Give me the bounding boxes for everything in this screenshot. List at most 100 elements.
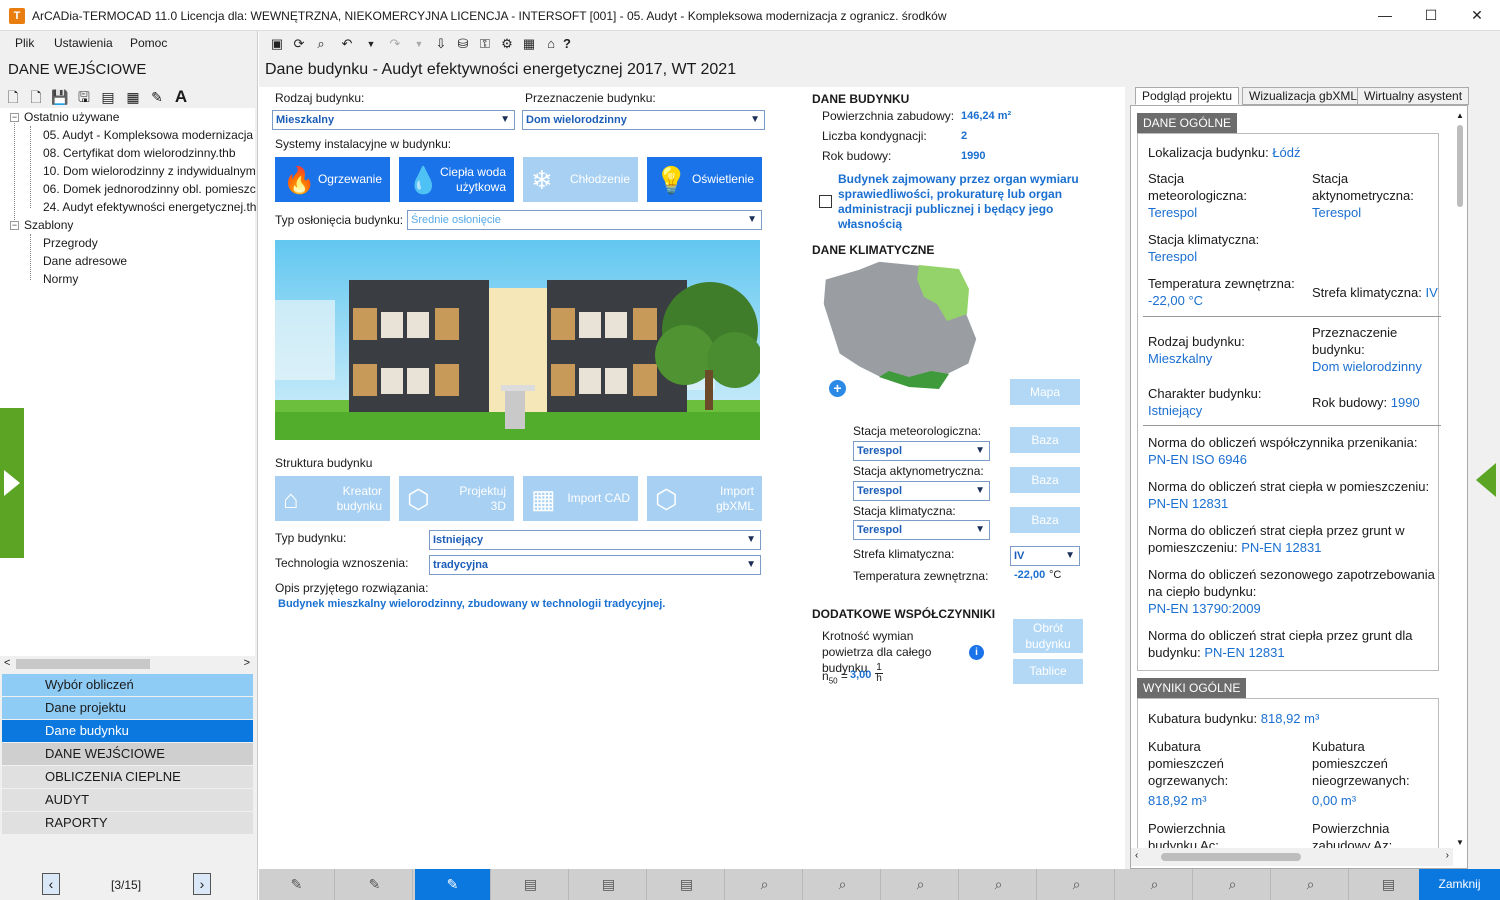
spellcheck-icon[interactable]: ✎ xyxy=(148,88,166,106)
meteo-value[interactable]: Terespol xyxy=(1148,204,1197,221)
collapse-templates-icon[interactable]: − xyxy=(10,221,19,230)
redo-dropdown-icon[interactable]: ▼ xyxy=(411,36,427,52)
nav-wybor-obliczen[interactable]: Wybór obliczeń xyxy=(2,674,253,696)
undo-icon[interactable]: ↶ xyxy=(339,36,355,52)
document-icon[interactable]: ▤ xyxy=(99,88,117,106)
location-value[interactable]: Łódź xyxy=(1272,145,1300,160)
import-icon[interactable]: ⇩ xyxy=(433,36,449,52)
menu-settings[interactable]: Ustawienia xyxy=(54,36,113,50)
tab-virtual-assistant[interactable]: Wirtualny asystent xyxy=(1357,87,1470,105)
scroll-thumb[interactable] xyxy=(1161,853,1301,861)
norm-value[interactable]: PN-EN ISO 6946 xyxy=(1148,452,1247,467)
info-icon[interactable]: i xyxy=(969,645,984,660)
preview-hscroll[interactable]: ‹ › xyxy=(1131,848,1453,866)
tree-recent-item[interactable]: 05. Audyt - Kompleksowa modernizacja xyxy=(43,128,253,142)
climatic-base-button[interactable]: Baza xyxy=(1010,507,1080,533)
building-type-select[interactable]: Mieszkalny xyxy=(272,110,515,130)
map-button[interactable]: Mapa xyxy=(1010,379,1080,405)
scroll-left-icon[interactable]: < xyxy=(4,657,10,669)
tree-recent-item[interactable]: 06. Domek jednorodzinny obl. pomieszc xyxy=(43,182,256,196)
nav-obliczenia-cieplne[interactable]: OBLICZENIA CIEPLNE xyxy=(2,766,253,788)
scroll-thumb[interactable] xyxy=(1457,125,1463,207)
system-cooling-button[interactable]: ❄ Chłodzenie xyxy=(523,157,638,202)
new-file-icon[interactable]: 🗋 xyxy=(4,88,22,106)
bottom-search-icon[interactable]: ⌕ xyxy=(1273,869,1349,900)
close-window-button[interactable]: ✕ xyxy=(1454,0,1500,31)
collapse-recent-icon[interactable]: − xyxy=(10,113,19,122)
maximize-button[interactable]: ☐ xyxy=(1408,0,1454,31)
bottom-search-icon[interactable]: ⌕ xyxy=(727,869,803,900)
save-icon[interactable]: 💾 xyxy=(51,88,69,106)
bottom-table-icon[interactable]: ▤ xyxy=(649,869,725,900)
refresh-icon[interactable]: ⟳ xyxy=(291,36,307,52)
import-cad-button[interactable]: ▦ Import CAD xyxy=(523,476,638,521)
project-3d-button[interactable]: ⬡ Projektuj 3D xyxy=(399,476,514,521)
tree-recent[interactable]: Ostatnio używane xyxy=(24,110,119,124)
norm-value[interactable]: PN-EN 13790:2009 xyxy=(1148,601,1261,616)
public-authority-checkbox[interactable] xyxy=(819,195,832,208)
help-icon[interactable]: ? xyxy=(559,36,575,52)
actino-select[interactable]: Terespol xyxy=(853,481,990,501)
scroll-up-icon[interactable]: ▲ xyxy=(1456,111,1464,120)
nav-audyt[interactable]: AUDYT xyxy=(2,789,253,811)
tab-gbxml-visualization[interactable]: Wizualizacja gbXML xyxy=(1242,87,1365,105)
bottom-search-icon[interactable]: ⌕ xyxy=(1195,869,1271,900)
bottom-doc-active-icon[interactable]: ✎ xyxy=(415,869,491,900)
tables-button[interactable]: Tablice xyxy=(1013,659,1083,684)
description-text[interactable]: Budynek mieszkalny wielorodzinny, zbudow… xyxy=(278,598,665,610)
bottom-search-icon[interactable]: ⌕ xyxy=(1039,869,1115,900)
climatic-select[interactable]: Terespol xyxy=(853,520,990,540)
building-icon[interactable]: ⌂ xyxy=(543,36,559,52)
system-heating-button[interactable]: 🔥 Ogrzewanie xyxy=(275,157,390,202)
next-page-button[interactable]: › xyxy=(193,873,211,895)
n50-value[interactable]: 3,00 xyxy=(850,669,871,681)
norm-value[interactable]: PN-EN 12831 xyxy=(1148,496,1228,511)
nav-dane-budynku[interactable]: Dane budynku xyxy=(2,720,253,742)
menu-file[interactable]: Plik xyxy=(15,36,34,50)
shading-select[interactable]: Średnie osłonięcie xyxy=(407,210,762,230)
scroll-thumb[interactable] xyxy=(16,659,150,669)
building-wizard-button[interactable]: ⌂ Kreator budynku xyxy=(275,476,390,521)
bottom-doc-icon[interactable]: ✎ xyxy=(337,869,413,900)
tree-recent-item[interactable]: 08. Certyfikat dom wielorodzinny.thb xyxy=(43,146,236,160)
nav-dane-projektu[interactable]: Dane projektu xyxy=(2,697,253,719)
tree-horizontal-scrollbar[interactable]: < > xyxy=(2,656,254,672)
climatic-value[interactable]: Terespol xyxy=(1148,248,1197,265)
tree-template-item[interactable]: Przegrody xyxy=(43,236,98,250)
rotate-building-button[interactable]: Obrót budynku xyxy=(1013,619,1083,653)
technology-select[interactable]: tradycyjna xyxy=(429,555,761,575)
nav-raporty[interactable]: RAPORTY xyxy=(2,812,253,834)
bottom-search-icon[interactable]: ⌕ xyxy=(961,869,1037,900)
minimize-button[interactable]: — xyxy=(1362,0,1408,31)
norm-value[interactable]: PN-EN 12831 xyxy=(1241,540,1321,555)
settings-icon[interactable]: ⚙ xyxy=(499,36,515,52)
tree-template-item[interactable]: Dane adresowe xyxy=(43,254,127,268)
actino-base-button[interactable]: Baza xyxy=(1010,467,1080,493)
meteo-base-button[interactable]: Baza xyxy=(1010,427,1080,453)
kind-value[interactable]: Mieszkalny xyxy=(1148,350,1212,367)
lock-icon[interactable]: ⚿ xyxy=(477,36,493,52)
char-value[interactable]: Istniejący xyxy=(1148,402,1202,419)
preview-icon[interactable]: ⌕ xyxy=(313,36,329,52)
bottom-table-icon[interactable]: ▤ xyxy=(493,869,569,900)
actino-value[interactable]: Terespol xyxy=(1312,204,1361,221)
purpose-select[interactable]: Dom wielorodzinny xyxy=(522,110,765,130)
bottom-doc-icon[interactable]: ✎ xyxy=(259,869,335,900)
system-lighting-button[interactable]: 💡 Oświetlenie xyxy=(647,157,762,202)
collapse-left-panel-button[interactable] xyxy=(0,408,24,558)
purpose-value[interactable]: Dom wielorodzinny xyxy=(1312,358,1422,375)
scroll-down-icon[interactable]: ▼ xyxy=(1456,838,1464,847)
tab-project-preview[interactable]: Podgląd projektu xyxy=(1135,87,1240,105)
scroll-right-icon[interactable]: › xyxy=(1446,850,1449,861)
preview-vscroll[interactable]: ▲ ▼ xyxy=(1455,111,1465,847)
close-button[interactable]: Zamknij xyxy=(1419,869,1500,900)
building-kind-select[interactable]: Istniejący xyxy=(429,530,761,550)
menu-help[interactable]: Pomoc xyxy=(130,36,167,50)
public-authority-text[interactable]: Budynek zajmowany przez organ wymiaru sp… xyxy=(838,172,1088,232)
temp-value[interactable]: -22,00 °C xyxy=(1148,293,1203,308)
bottom-search-icon[interactable]: ⌕ xyxy=(805,869,881,900)
tree-templates[interactable]: Szablony xyxy=(24,218,73,232)
bottom-search-icon[interactable]: ⌕ xyxy=(883,869,959,900)
font-icon[interactable]: A xyxy=(172,88,190,106)
database-icon[interactable]: ⛁ xyxy=(455,36,471,52)
